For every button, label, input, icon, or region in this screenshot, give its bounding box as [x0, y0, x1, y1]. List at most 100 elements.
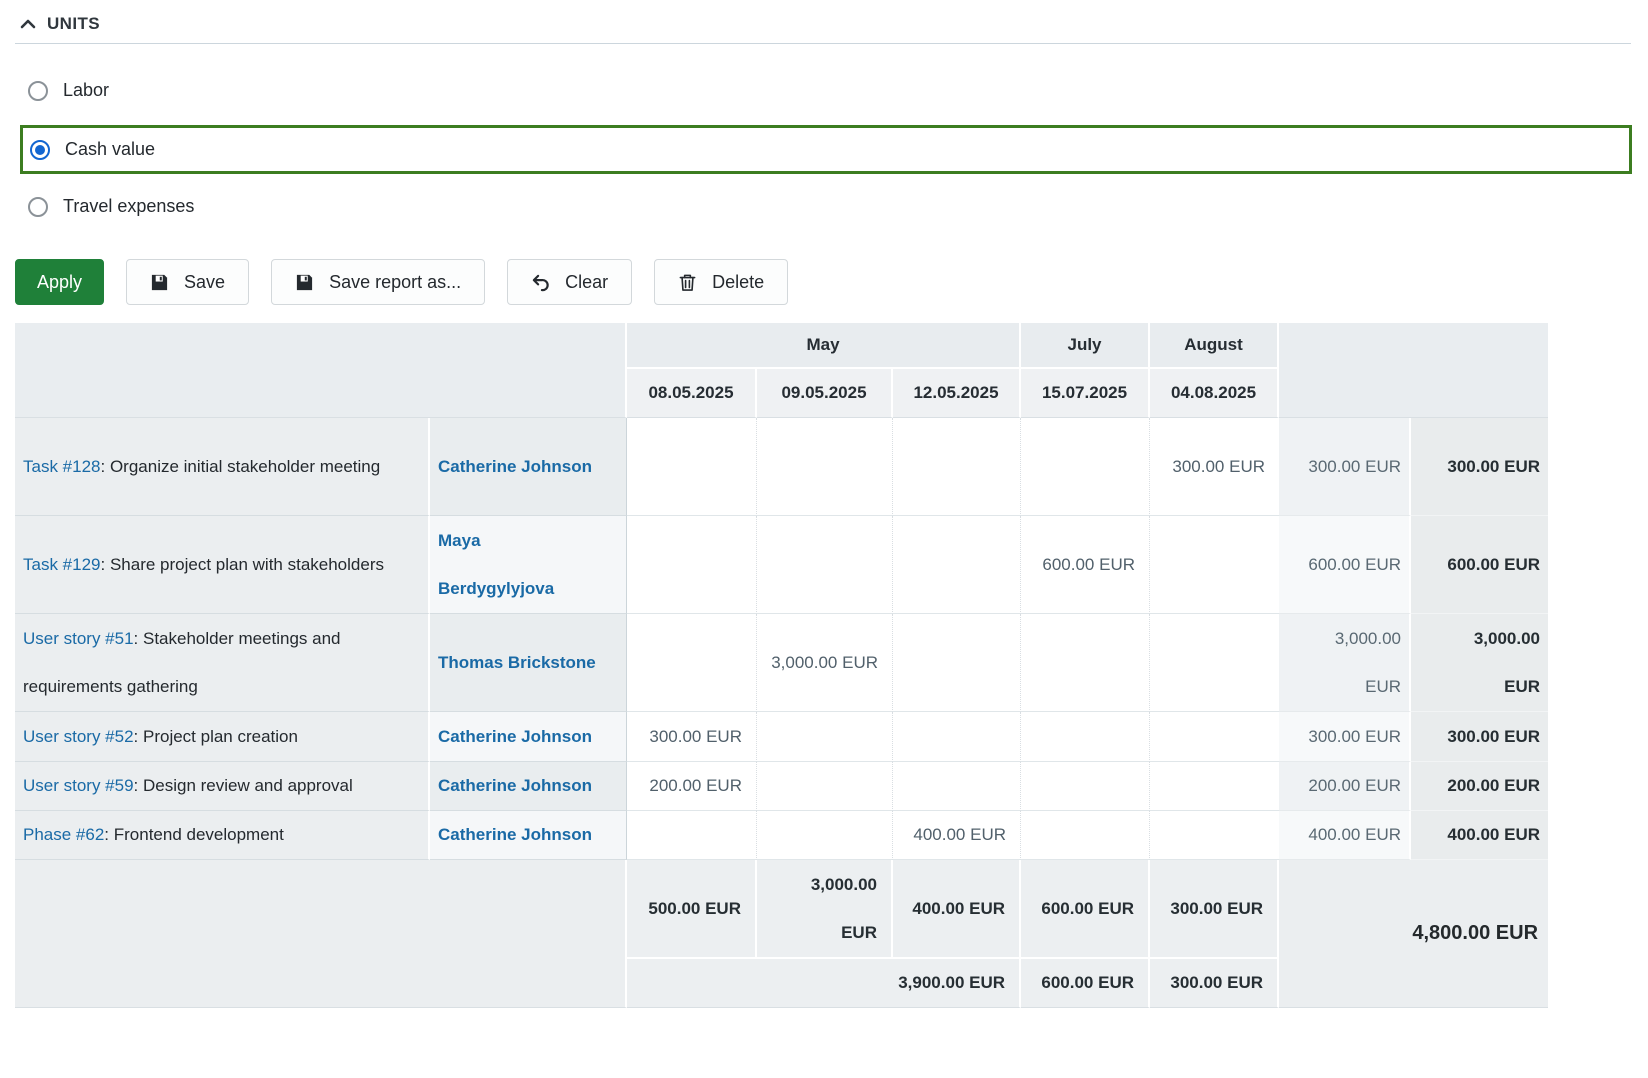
cost-cell: [627, 516, 757, 614]
table-row: Task #128: Organize initial stakeholder …: [15, 418, 1548, 516]
cost-cell: [757, 811, 893, 860]
row-total-cell: 200.00 EUR: [1411, 762, 1548, 811]
save-button[interactable]: Save: [126, 259, 249, 305]
cost-cell: [627, 418, 757, 516]
month-header-may: May: [627, 323, 1021, 369]
report-toolbar: Apply Save Save report as... Clear Delet…: [15, 259, 1632, 305]
radio-labor[interactable]: Labor: [18, 72, 135, 109]
cost-cell: [1021, 712, 1150, 762]
row-subtotal-cell: 300.00 EUR: [1279, 712, 1411, 762]
cost-cell: [1150, 516, 1279, 614]
assignee-cell: Catherine Johnson: [430, 712, 627, 762]
header-corner-right: [1279, 323, 1548, 418]
units-section-header[interactable]: UNITS: [15, 14, 1632, 34]
assignee-cell: Catherine Johnson: [430, 811, 627, 860]
table-row: User story #51: Stakeholder meetings and…: [15, 614, 1548, 712]
radio-travel-expenses-label: Travel expenses: [63, 196, 194, 217]
cost-cell: [1150, 712, 1279, 762]
work-package-link[interactable]: User story #59: [23, 776, 134, 795]
apply-button[interactable]: Apply: [15, 259, 104, 305]
radio-travel-expenses[interactable]: Travel expenses: [18, 188, 220, 225]
cost-cell: [893, 418, 1021, 516]
date-total-cell: 400.00 EUR: [893, 860, 1021, 959]
radio-cash-value[interactable]: Cash value: [30, 139, 155, 160]
assignee-link[interactable]: Catherine Johnson: [438, 776, 592, 795]
row-subtotal-cell: 400.00 EUR: [1279, 811, 1411, 860]
cost-cell: 300.00 EUR: [1150, 418, 1279, 516]
cost-cell: [1150, 762, 1279, 811]
radio-circle-unselected[interactable]: [28, 81, 48, 101]
date-totals-row: 500.00 EUR 3,000.00 EUR 400.00 EUR 600.0…: [15, 860, 1548, 959]
work-package-link[interactable]: User story #52: [23, 727, 134, 746]
floppy-disk-icon: [295, 273, 314, 292]
month-header-row: May July August: [15, 323, 1548, 369]
row-total-cell: 300.00 EUR: [1411, 712, 1548, 762]
month-header-august: August: [1150, 323, 1279, 369]
table-row: Task #129: Share project plan with stake…: [15, 516, 1548, 614]
section-divider: [15, 43, 1631, 44]
month-total-cell: 3,900.00 EUR: [627, 959, 1021, 1008]
cost-cell: 200.00 EUR: [627, 762, 757, 811]
assignee-cell: Catherine Johnson: [430, 762, 627, 811]
table-row: User story #59: Design review and approv…: [15, 762, 1548, 811]
work-package-link[interactable]: User story #51: [23, 629, 134, 648]
trash-can-icon: [678, 273, 697, 292]
row-subtotal-cell: 3,000.00 EUR: [1279, 614, 1411, 712]
cost-cell: [1150, 614, 1279, 712]
work-package-link[interactable]: Phase #62: [23, 825, 104, 844]
cost-cell: [893, 712, 1021, 762]
cost-cell: 600.00 EUR: [1021, 516, 1150, 614]
work-package-cell: Task #128: Organize initial stakeholder …: [15, 418, 430, 516]
assignee-link[interactable]: Thomas Brickstone: [438, 653, 596, 672]
floppy-disk-icon: [150, 273, 169, 292]
assignee-link[interactable]: Catherine Johnson: [438, 457, 592, 476]
cost-cell: [1021, 811, 1150, 860]
date-total-cell: 3,000.00 EUR: [757, 860, 893, 959]
cost-cell: [627, 811, 757, 860]
row-total-cell: 600.00 EUR: [1411, 516, 1548, 614]
cost-cell: 400.00 EUR: [893, 811, 1021, 860]
date-header: 04.08.2025: [1150, 369, 1279, 418]
table-row: User story #52: Project plan creation Ca…: [15, 712, 1548, 762]
work-package-cell: User story #52: Project plan creation: [15, 712, 430, 762]
row-total-cell: 300.00 EUR: [1411, 418, 1548, 516]
cost-cell: [1150, 811, 1279, 860]
assignee-cell: Thomas Brickstone: [430, 614, 627, 712]
cost-cell: [893, 614, 1021, 712]
undo-arrow-icon: [531, 273, 550, 292]
cost-cell: [1021, 418, 1150, 516]
date-header: 12.05.2025: [893, 369, 1021, 418]
cost-cell: [1021, 762, 1150, 811]
cost-report-table: May July August 08.05.2025 09.05.2025 12…: [15, 323, 1548, 1008]
assignee-cell: Maya Berdygylyjova: [430, 516, 627, 614]
delete-button[interactable]: Delete: [654, 259, 788, 305]
assignee-link[interactable]: Catherine Johnson: [438, 825, 592, 844]
assignee-link[interactable]: Catherine Johnson: [438, 727, 592, 746]
save-report-as-button[interactable]: Save report as...: [271, 259, 485, 305]
row-subtotal-cell: 600.00 EUR: [1279, 516, 1411, 614]
table-row: Phase #62: Frontend development Catherin…: [15, 811, 1548, 860]
work-package-cell: Task #129: Share project plan with stake…: [15, 516, 430, 614]
date-header: 09.05.2025: [757, 369, 893, 418]
radio-focus-outline: Cash value: [20, 125, 1632, 174]
date-total-cell: 300.00 EUR: [1150, 860, 1279, 959]
date-total-cell: 500.00 EUR: [627, 860, 757, 959]
work-package-link[interactable]: Task #128: [23, 457, 101, 476]
cost-cell: [757, 418, 893, 516]
work-package-cell: User story #59: Design review and approv…: [15, 762, 430, 811]
clear-button[interactable]: Clear: [507, 259, 632, 305]
header-corner-left: [15, 323, 627, 418]
radio-circle-selected[interactable]: [30, 140, 50, 160]
chevron-up-icon: [18, 14, 38, 34]
row-subtotal-cell: 300.00 EUR: [1279, 418, 1411, 516]
date-header: 08.05.2025: [627, 369, 757, 418]
work-package-cell: User story #51: Stakeholder meetings and…: [15, 614, 430, 712]
cost-cell: [893, 762, 1021, 811]
cost-cell: 300.00 EUR: [627, 712, 757, 762]
cost-cell: [1021, 614, 1150, 712]
work-package-link[interactable]: Task #129: [23, 555, 101, 574]
cost-cell: [627, 614, 757, 712]
radio-circle-unselected[interactable]: [28, 197, 48, 217]
radio-labor-label: Labor: [63, 80, 109, 101]
assignee-link[interactable]: Maya Berdygylyjova: [438, 531, 554, 598]
